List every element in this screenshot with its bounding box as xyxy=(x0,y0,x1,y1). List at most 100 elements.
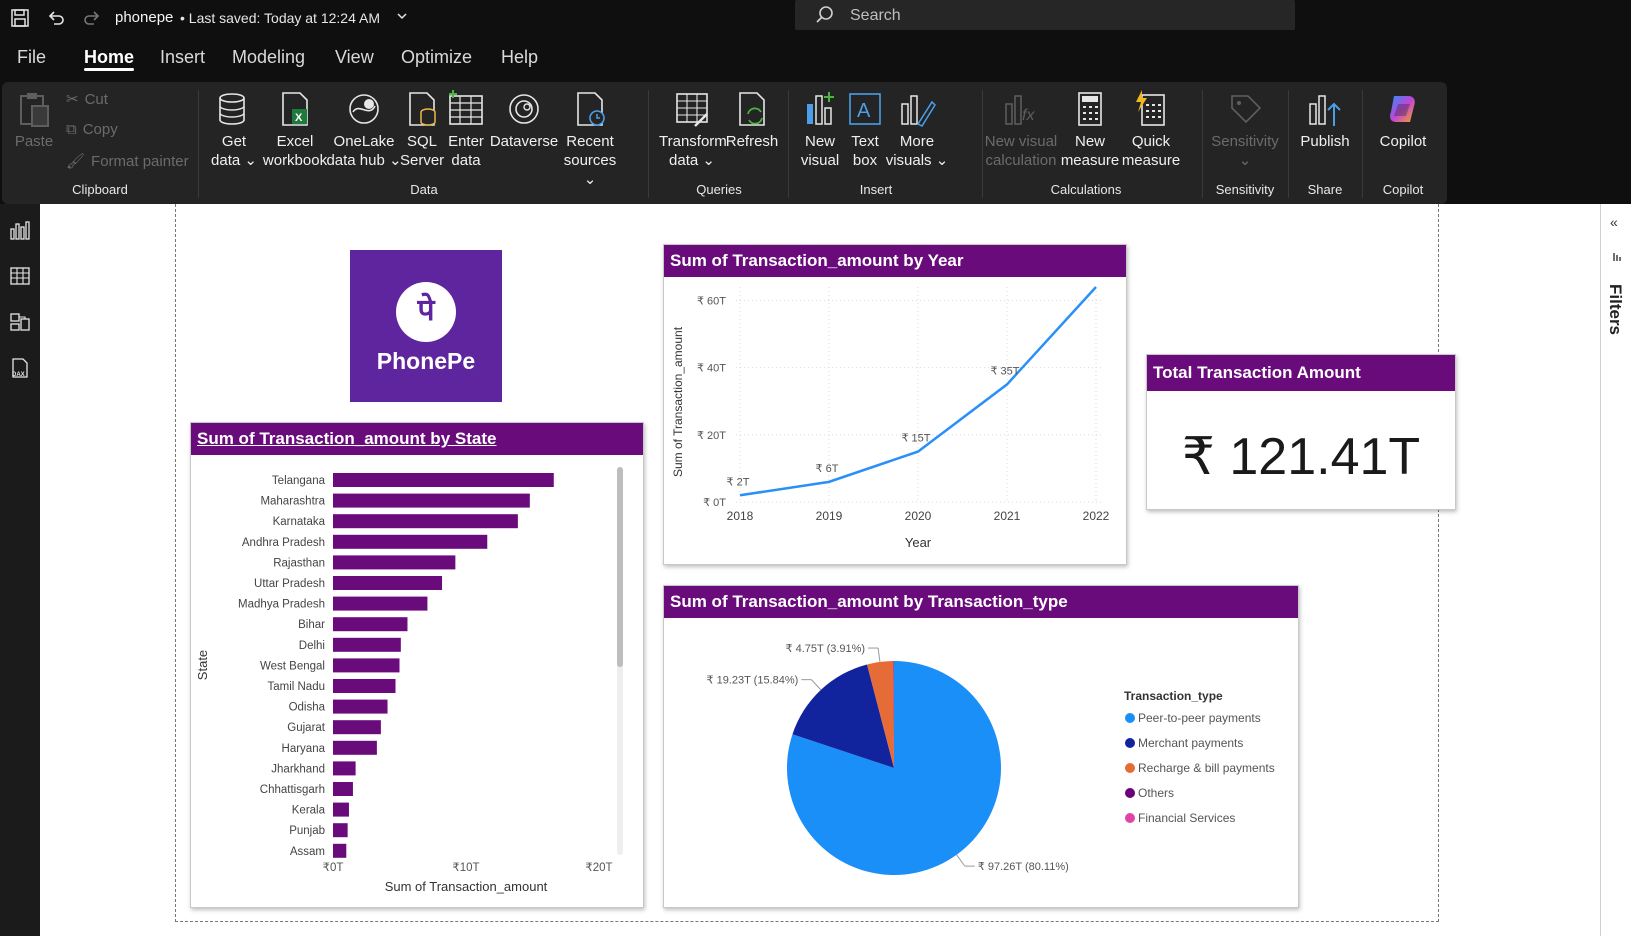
legend-marker xyxy=(1125,738,1135,748)
cut-button[interactable]: ✂ Cut xyxy=(66,90,108,109)
state-label: Karnataka xyxy=(273,516,326,528)
new-visual-line2: visual xyxy=(800,152,840,169)
recent-sources-icon xyxy=(577,92,605,126)
menu-modeling[interactable]: Modeling xyxy=(232,47,305,68)
undo-icon[interactable] xyxy=(44,6,68,30)
menu-insert[interactable]: Insert xyxy=(160,47,205,68)
menu-home[interactable]: Home xyxy=(84,47,134,68)
svg-text:fx: fx xyxy=(1022,107,1035,124)
recent-line1: Recent xyxy=(566,133,614,150)
refresh-button[interactable]: Refresh xyxy=(723,90,781,151)
search-input[interactable]: Search xyxy=(795,0,1295,30)
copilot-icon xyxy=(1390,96,1415,122)
phonepe-logo: पे PhonePe xyxy=(350,250,502,402)
x-axis-title: Year xyxy=(905,535,932,550)
excel-line2: workbook xyxy=(262,152,328,169)
visual-calc-line1: New visual xyxy=(984,133,1058,150)
menu-view[interactable]: View xyxy=(335,47,374,68)
group-label-clipboard: Clipboard xyxy=(72,182,128,197)
filters-pane-collapsed[interactable]: « Filters xyxy=(1600,204,1631,936)
table-icon xyxy=(449,90,483,125)
new-measure-button[interactable]: New measure xyxy=(1059,90,1121,170)
paste-icon xyxy=(20,93,49,127)
total-transaction-kpi-card[interactable]: Total Transaction Amount ₹ 121.41T xyxy=(1146,354,1456,510)
menu-help[interactable]: Help xyxy=(501,47,538,68)
logo-wordmark: PhonePe xyxy=(376,348,476,374)
menu-optimize[interactable]: Optimize xyxy=(401,47,472,68)
paste-button[interactable]: Paste xyxy=(10,90,58,151)
publish-button[interactable]: Publish xyxy=(1293,90,1357,151)
sensitivity-line1: Sensitivity xyxy=(1211,133,1279,150)
model-view-icon[interactable] xyxy=(6,308,34,336)
enter-data-button[interactable]: Enter data xyxy=(444,90,488,170)
legend-label: Peer-to-peer payments xyxy=(1138,711,1261,725)
format-painter-label: Format painter xyxy=(91,152,189,170)
leader-line xyxy=(956,854,966,867)
state-label: Tamil Nadu xyxy=(267,681,325,693)
legend-title: Transaction_type xyxy=(1124,689,1223,703)
group-data: Get data ⌄ X Excel workbook OneLake data… xyxy=(199,82,649,204)
leader-line xyxy=(877,647,881,662)
logo-mark: पे xyxy=(396,282,456,342)
text-box-button[interactable]: A Text box xyxy=(843,90,887,170)
legend-marker xyxy=(1125,788,1135,798)
state-label: Rajasthan xyxy=(273,557,325,569)
expand-chevron-icon[interactable]: « xyxy=(1610,214,1618,230)
more-visuals-icon xyxy=(901,95,936,127)
excel-workbook-button[interactable]: X Excel workbook xyxy=(259,90,331,170)
more-visuals-button[interactable]: More visuals ⌄ xyxy=(885,90,949,170)
transaction-type-pie-visual[interactable]: Sum of Transaction_amount by Transaction… xyxy=(663,585,1299,908)
chevron-down-icon[interactable] xyxy=(390,4,414,28)
active-tab-indicator xyxy=(84,68,134,71)
copilot-button[interactable]: Copilot xyxy=(1369,90,1437,151)
group-label-copilot: Copilot xyxy=(1382,182,1424,197)
report-view-icon[interactable] xyxy=(6,216,34,244)
y-tick-label: ₹ 60T xyxy=(697,295,726,307)
sql-server-button[interactable]: SQL Server xyxy=(400,90,444,170)
menu-file[interactable]: File xyxy=(17,47,46,68)
document-name[interactable]: phonepe xyxy=(115,9,173,26)
state-label: Delhi xyxy=(299,640,325,652)
redo-icon[interactable] xyxy=(80,6,104,30)
state-label: Uttar Pradesh xyxy=(254,578,325,590)
excel-line1: Excel xyxy=(276,133,314,150)
data-label: ₹ 64T xyxy=(1079,277,1108,280)
state-bar xyxy=(333,802,349,817)
filters-label[interactable]: Filters xyxy=(1605,284,1625,335)
format-painter-button[interactable]: 🖌 Format painter xyxy=(66,152,189,171)
sensitivity-label-icon xyxy=(1231,95,1262,124)
paintbrush-icon: 🖌 xyxy=(66,153,86,170)
svg-text:DAX: DAX xyxy=(12,372,25,378)
legend-label: Financial Services xyxy=(1138,811,1235,825)
x-tick-label: 2019 xyxy=(816,509,843,523)
new-visual-calculation-button[interactable]: fx New visual calculation xyxy=(983,90,1059,170)
state-bar-chart-visual[interactable]: Sum of Transaction_amount by State Telan… xyxy=(190,422,644,908)
x-tick-label: 2018 xyxy=(727,509,754,523)
transform-data-icon xyxy=(676,93,708,127)
year-line-chart-visual[interactable]: Sum of Transaction_amount by Year ₹ 0T ₹ … xyxy=(663,244,1127,565)
visual-title: Sum of Transaction_amount by Year xyxy=(664,245,1126,277)
quick-measure-line2: measure xyxy=(1121,152,1181,169)
transform-data-button[interactable]: Transform data ⌄ xyxy=(659,90,727,170)
save-icon[interactable] xyxy=(8,6,32,30)
new-visual-button[interactable]: New visual xyxy=(795,90,845,170)
dataverse-button[interactable]: Dataverse xyxy=(489,90,559,151)
get-data-button[interactable]: Get data ⌄ xyxy=(209,90,259,170)
copy-button[interactable]: ⧉ Copy xyxy=(66,121,118,138)
legend-label: Recharge & bill payments xyxy=(1138,761,1275,775)
state-bar xyxy=(333,761,356,776)
scrollbar-thumb xyxy=(617,467,623,667)
sensitivity-button[interactable]: Sensitivity ⌄ xyxy=(1205,90,1285,170)
onelake-icon xyxy=(349,94,379,124)
quick-measure-button[interactable]: Quick measure xyxy=(1119,90,1183,170)
refresh-label: Refresh xyxy=(725,133,779,150)
title-bar: phonepe • Last saved: Today at 12:24 AM … xyxy=(0,0,1631,36)
onelake-data-hub-button[interactable]: OneLake data hub ⌄ xyxy=(325,90,403,170)
state-label: Telangana xyxy=(272,475,326,487)
sql-line2: Server xyxy=(400,152,445,169)
table-view-icon[interactable] xyxy=(6,262,34,290)
recent-sources-button[interactable]: Recent sources ⌄ xyxy=(557,90,623,189)
dataverse-label: Dataverse xyxy=(489,133,559,150)
dax-query-view-icon[interactable]: DAX xyxy=(6,354,34,382)
state-bar xyxy=(333,576,443,590)
